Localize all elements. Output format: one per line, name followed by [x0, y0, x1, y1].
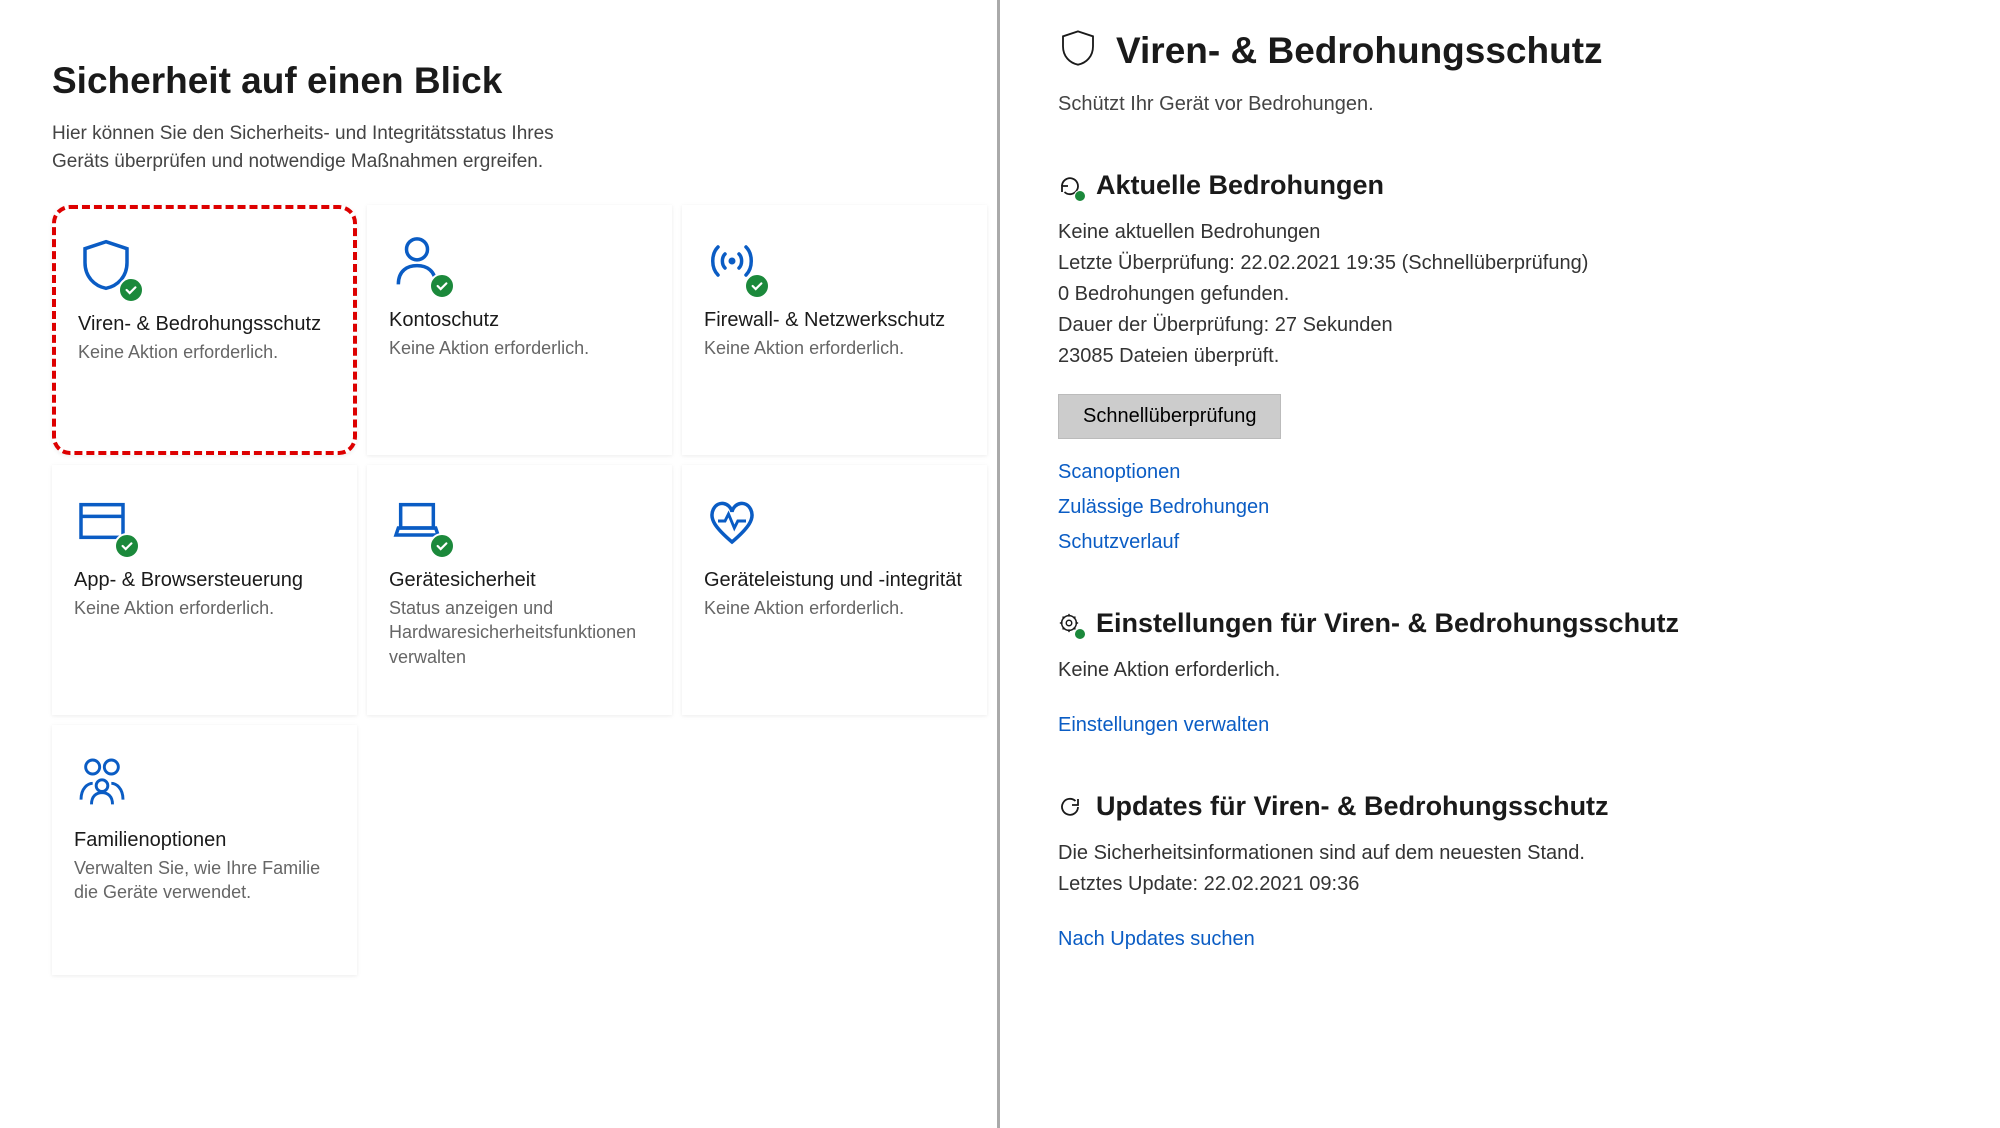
shield-outline-icon — [1058, 28, 1098, 73]
tile-title: Familienoptionen — [74, 829, 335, 852]
tile-grid: Viren- & Bedrohungsschutz Keine Aktion e… — [52, 205, 957, 975]
threats-line4: Dauer der Überprüfung: 27 Sekunden — [1058, 310, 1960, 341]
tile-status: Keine Aktion erforderlich. — [74, 596, 335, 620]
tile-family-options[interactable]: Familienoptionen Verwalten Sie, wie Ihre… — [52, 725, 357, 975]
tile-device-security[interactable]: Gerätesicherheit Status anzeigen und Har… — [367, 465, 672, 715]
section-virus-settings: Einstellungen für Viren- & Bedrohungssch… — [1058, 608, 1960, 737]
tile-status: Status anzeigen und Hardwaresicherheitsf… — [389, 596, 650, 669]
tile-title: Gerätesicherheit — [389, 569, 650, 592]
gear-icon — [1058, 612, 1082, 636]
settings-status: Keine Aktion erforderlich. — [1058, 655, 1960, 686]
virus-threat-detail-pane: Viren- & Bedrohungsschutz Schützt Ihr Ge… — [1000, 0, 2000, 1128]
link-manage-settings[interactable]: Einstellungen verwalten — [1058, 714, 1960, 737]
link-check-updates[interactable]: Nach Updates suchen — [1058, 928, 1960, 951]
link-protection-history[interactable]: Schutzverlauf — [1058, 531, 1960, 554]
detail-subtitle: Schützt Ihr Gerät vor Bedrohungen. — [1058, 93, 1960, 116]
link-scan-options[interactable]: Scanoptionen — [1058, 461, 1960, 484]
section-heading: Aktuelle Bedrohungen — [1096, 170, 1384, 201]
overview-title: Sicherheit auf einen Blick — [52, 60, 957, 102]
refresh-icon — [1058, 174, 1082, 198]
threats-line2: Letzte Überprüfung: 22.02.2021 19:35 (Sc… — [1058, 248, 1960, 279]
broadcast-icon — [704, 233, 764, 293]
person-icon — [389, 233, 449, 293]
tile-device-performance[interactable]: Geräteleistung und -integrität Keine Akt… — [682, 465, 987, 715]
tile-title: Geräteleistung und -integrität — [704, 569, 965, 592]
window-icon — [74, 493, 134, 553]
tile-status: Keine Aktion erforderlich. — [389, 336, 650, 360]
threats-line1: Keine aktuellen Bedrohungen — [1058, 217, 1960, 248]
tile-app-browser[interactable]: App- & Browsersteuerung Keine Aktion erf… — [52, 465, 357, 715]
update-icon — [1058, 795, 1082, 819]
detail-header: Viren- & Bedrohungsschutz — [1058, 28, 1960, 73]
laptop-icon — [389, 493, 449, 553]
section-heading: Updates für Viren- & Bedrohungsschutz — [1096, 791, 1609, 822]
tile-status: Keine Aktion erforderlich. — [704, 596, 965, 620]
tile-title: App- & Browsersteuerung — [74, 569, 335, 592]
tile-account-protection[interactable]: Kontoschutz Keine Aktion erforderlich. — [367, 205, 672, 455]
quick-scan-button[interactable]: Schnellüberprüfung — [1058, 394, 1281, 439]
tile-status: Keine Aktion erforderlich. — [704, 336, 965, 360]
threats-line5: 23085 Dateien überprüft. — [1058, 341, 1960, 372]
detail-title: Viren- & Bedrohungsschutz — [1116, 30, 1603, 72]
section-virus-updates: Updates für Viren- & Bedrohungsschutz Di… — [1058, 791, 1960, 951]
heart-icon — [704, 493, 764, 553]
shield-icon — [78, 237, 138, 297]
tile-virus-threat[interactable]: Viren- & Bedrohungsschutz Keine Aktion e… — [52, 205, 357, 455]
security-overview-pane: Sicherheit auf einen Blick Hier können S… — [0, 0, 1000, 1128]
tile-status: Verwalten Sie, wie Ihre Familie die Gerä… — [74, 856, 335, 905]
tile-firewall-network[interactable]: Firewall- & Netzwerkschutz Keine Aktion … — [682, 205, 987, 455]
updates-line2: Letztes Update: 22.02.2021 09:36 — [1058, 869, 1960, 900]
family-icon — [74, 753, 134, 813]
overview-subtitle: Hier können Sie den Sicherheits- und Int… — [52, 120, 612, 175]
updates-line1: Die Sicherheitsinformationen sind auf de… — [1058, 838, 1960, 869]
tile-title: Kontoschutz — [389, 309, 650, 332]
threats-line3: 0 Bedrohungen gefunden. — [1058, 279, 1960, 310]
section-heading: Einstellungen für Viren- & Bedrohungssch… — [1096, 608, 1679, 639]
tile-title: Firewall- & Netzwerkschutz — [704, 309, 965, 332]
link-allowed-threats[interactable]: Zulässige Bedrohungen — [1058, 496, 1960, 519]
tile-status: Keine Aktion erforderlich. — [78, 340, 331, 364]
tile-title: Viren- & Bedrohungsschutz — [78, 313, 331, 336]
section-current-threats: Aktuelle Bedrohungen Keine aktuellen Bed… — [1058, 170, 1960, 554]
